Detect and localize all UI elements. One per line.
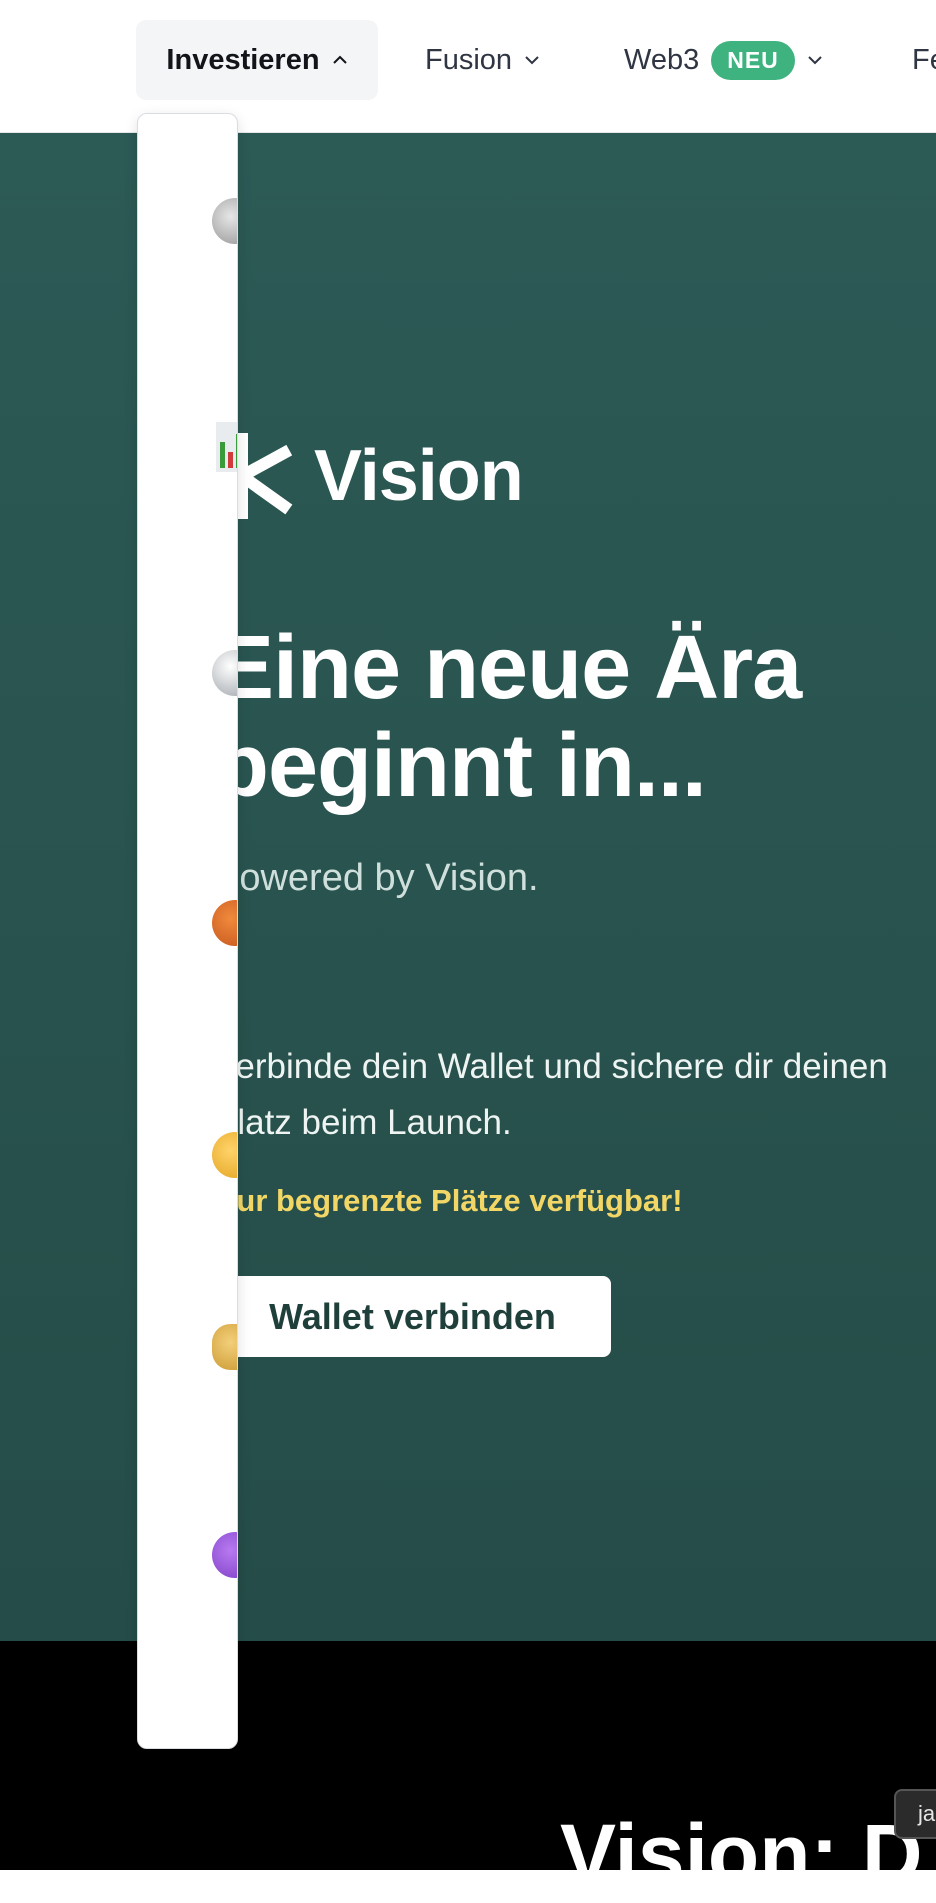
dropdown-item[interactable] [138, 1304, 237, 1384]
dropdown-item[interactable] [138, 414, 237, 494]
hero-subtitle: Powered by Vision. [214, 857, 539, 899]
dropdown-item[interactable] [138, 1514, 237, 1594]
nav-item-label: Fe [912, 43, 936, 76]
dropdown-item[interactable] [138, 182, 237, 262]
nav-item-fe[interactable]: Fe [912, 20, 936, 100]
nav-item-label: Investieren [166, 43, 320, 76]
dropdown-item[interactable] [138, 1112, 237, 1192]
limited-spots-text: Nur begrenzte Plätze verfügbar! [214, 1183, 683, 1218]
money-bag-icon [212, 1324, 237, 1370]
coin-icon [212, 198, 237, 244]
nav-item-label: Fusion [425, 43, 513, 76]
nav-item-fusion[interactable]: Fusion [425, 20, 540, 100]
nav-item-web3[interactable]: Web3 NEU [624, 20, 823, 100]
hero-title: Eine neue Ära beginnt in... [214, 618, 802, 816]
hero-cta-text: Verbinde dein Wallet und sichere dir dei… [214, 1047, 888, 1142]
medal-icon [212, 1132, 237, 1178]
hero-title-line: beginnt in... [214, 716, 707, 816]
top-navigation: Investieren Fusion Web3 NEU Fe [0, 0, 936, 133]
investieren-dropdown-menu [137, 113, 238, 1749]
chevron-down-icon [525, 56, 539, 65]
nav-item-label: Web3 [624, 43, 700, 76]
dropdown-item[interactable] [138, 884, 237, 964]
nav-item-investieren[interactable]: Investieren [136, 20, 378, 100]
hero-title-line: Eine neue Ära [214, 618, 802, 718]
logo-text: Vision [314, 436, 524, 516]
vision-logo: Vision [214, 431, 524, 521]
chart-icon [216, 422, 237, 472]
chevron-down-icon [808, 56, 822, 65]
basketball-icon [212, 900, 237, 946]
chevron-up-icon [332, 55, 347, 64]
dropdown-item[interactable] [138, 634, 237, 714]
purple-heart-icon [212, 1532, 237, 1578]
new-badge: NEU [711, 40, 795, 80]
globe-icon [212, 650, 237, 696]
connect-wallet-button[interactable]: Wallet verbinden [214, 1276, 611, 1357]
language-button[interactable]: ja [894, 1789, 936, 1839]
section-title: Vision: D [560, 1807, 923, 1901]
